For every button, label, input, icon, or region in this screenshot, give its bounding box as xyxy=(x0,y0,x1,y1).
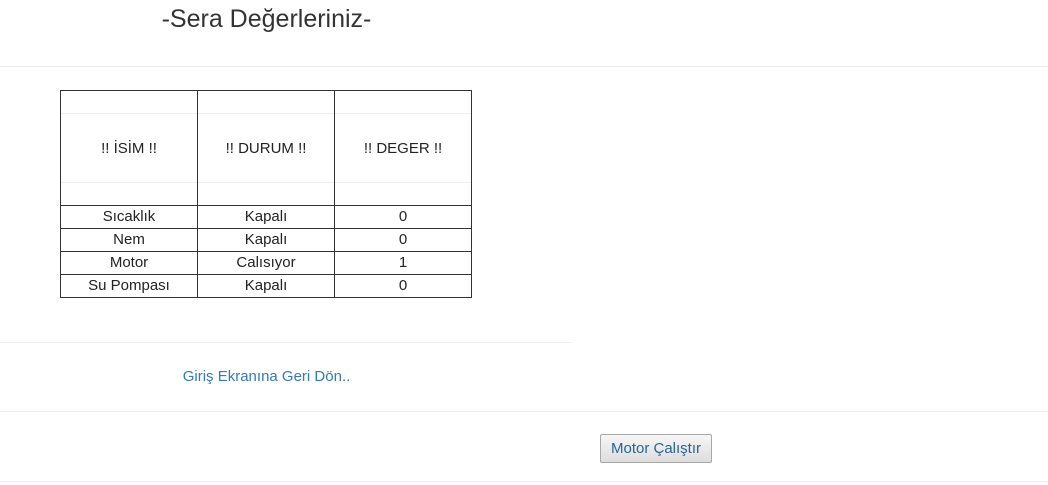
column-header-label: !! İSİM !! xyxy=(61,113,197,183)
column-header-label: !! DURUM !! xyxy=(198,113,334,183)
table-row: Motor Calısıyor 1 xyxy=(60,251,472,275)
back-to-login-link[interactable]: Giriş Ekranına Geri Dön.. xyxy=(0,367,533,387)
cell-isim: Su Pompası xyxy=(60,274,198,298)
table-row: Nem Kapalı 0 xyxy=(60,228,472,252)
column-header-durum: !! DURUM !! xyxy=(197,90,335,206)
cell-deger: 1 xyxy=(334,251,472,275)
cell-durum: Kapalı xyxy=(197,228,335,252)
divider-top xyxy=(0,66,1048,67)
page-title: -Sera Değerleriniz- xyxy=(161,5,372,33)
cell-deger: 0 xyxy=(334,205,472,229)
sera-values-table: !! İSİM !! !! DURUM !! !! DEGER !! Sıcak… xyxy=(60,90,472,298)
cell-deger: 0 xyxy=(334,274,472,298)
start-motor-button[interactable]: Motor Çalıştır xyxy=(600,434,712,463)
column-header-deger: !! DEGER !! xyxy=(334,90,472,206)
divider-lower xyxy=(0,411,1048,412)
column-header-label: !! DEGER !! xyxy=(335,113,471,183)
table-row: Su Pompası Kapalı 0 xyxy=(60,274,472,298)
cell-deger: 0 xyxy=(334,228,472,252)
cell-isim: Nem xyxy=(60,228,198,252)
cell-durum: Kapalı xyxy=(197,205,335,229)
cell-isim: Sıcaklık xyxy=(60,205,198,229)
divider-middle xyxy=(0,342,572,343)
table-header-row: !! İSİM !! !! DURUM !! !! DEGER !! xyxy=(60,90,472,206)
cell-isim: Motor xyxy=(60,251,198,275)
table-row: Sıcaklık Kapalı 0 xyxy=(60,205,472,229)
divider-bottom xyxy=(0,481,1048,482)
cell-durum: Kapalı xyxy=(197,274,335,298)
cell-durum: Calısıyor xyxy=(197,251,335,275)
column-header-isim: !! İSİM !! xyxy=(60,90,198,206)
